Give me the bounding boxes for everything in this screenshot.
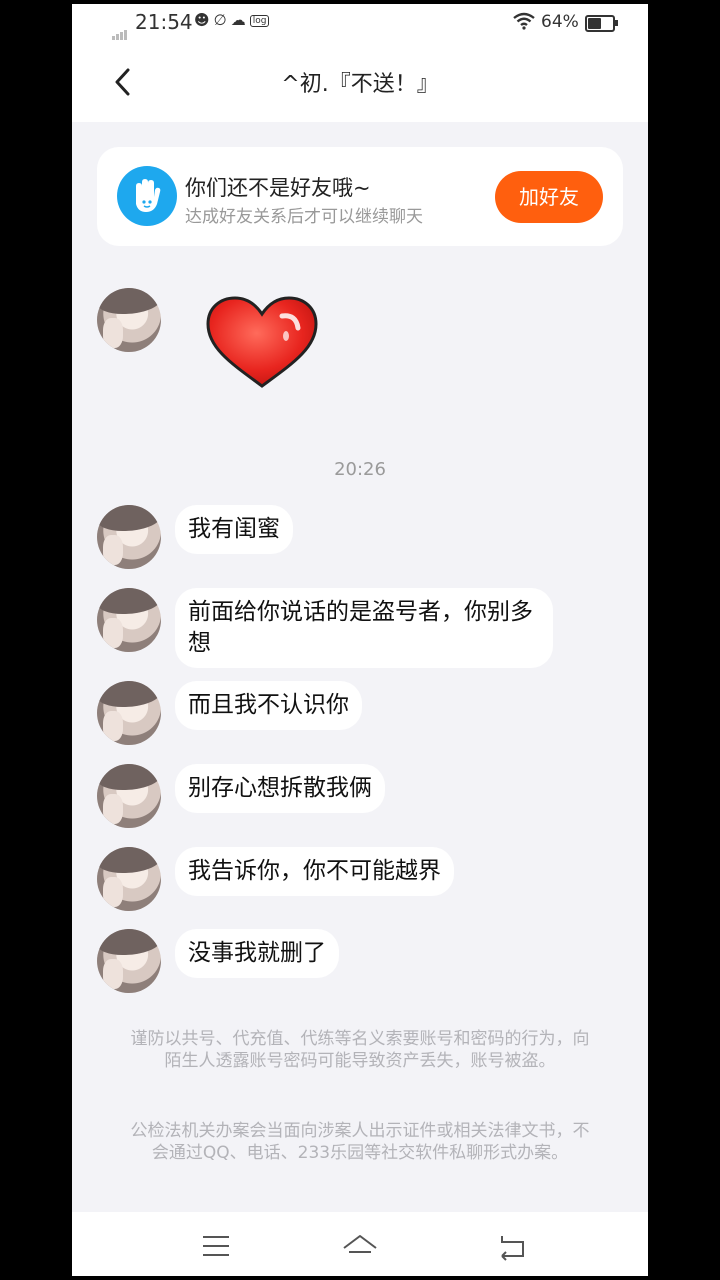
back-icon[interactable]	[492, 1226, 532, 1266]
message-bubble[interactable]: 我有闺蜜	[175, 505, 293, 554]
cloud-icon: ☁	[230, 11, 250, 29]
battery-icon	[585, 15, 615, 32]
home-icon[interactable]	[340, 1226, 380, 1266]
avatar[interactable]	[97, 764, 161, 828]
battery-fill	[588, 18, 601, 29]
status-bar: 21:54 ☻∅☁ log 64%	[72, 4, 648, 42]
chat-timestamp: 20:26	[334, 459, 386, 480]
avatar[interactable]	[97, 929, 161, 993]
avatar[interactable]	[97, 288, 161, 352]
not-friend-banner: 你们还不是好友哦~ 达成好友关系后才可以继续聊天 加好友	[97, 147, 623, 246]
chat-header: ^初.『不送！』	[72, 42, 648, 122]
avatar[interactable]	[97, 588, 161, 652]
phone-screen: 21:54 ☻∅☁ log 64% ^初.『不送！』 你们还不是好友哦~ 达成好…	[72, 4, 648, 1276]
battery-percent: 64%	[541, 12, 579, 32]
message-bubble[interactable]: 我告诉你，你不可能越界	[175, 847, 454, 896]
safety-notice: 谨防以共号、代充值、代练等名义索要账号和密码的行为，向陌生人透露账号密码可能导致…	[130, 1029, 590, 1071]
wave-hand-icon	[117, 166, 177, 226]
log-icon: log	[249, 14, 270, 27]
page-title: ^初.『不送！』	[281, 72, 439, 97]
message-bubble[interactable]: 前面给你说话的是盗号者，你别多想	[175, 588, 553, 668]
banner-subtitle: 达成好友关系后才可以继续聊天	[185, 207, 423, 227]
wifi-icon	[513, 12, 535, 30]
system-nav-bar	[72, 1212, 648, 1276]
message-bubble[interactable]: 别存心想拆散我俩	[175, 764, 385, 813]
heart-sticker	[206, 296, 318, 388]
app-icon: ∅	[213, 11, 231, 29]
banner-title: 你们还不是好友哦~	[185, 176, 371, 200]
emoji-face-icon: ☻	[194, 11, 214, 29]
message-bubble[interactable]: 而且我不认识你	[175, 681, 362, 730]
status-app-icons: ☻∅☁ log	[194, 11, 270, 29]
avatar[interactable]	[97, 681, 161, 745]
battery-tip	[615, 20, 618, 26]
add-friend-button[interactable]: 加好友	[495, 171, 603, 223]
avatar[interactable]	[97, 847, 161, 911]
menu-icon[interactable]	[196, 1226, 236, 1266]
avatar[interactable]	[97, 505, 161, 569]
message-bubble[interactable]: 没事我就删了	[175, 929, 339, 978]
signal-icon	[112, 18, 128, 40]
safety-notice: 公检法机关办案会当面向涉案人出示证件或相关法律文书，不会通过QQ、电话、233乐…	[130, 1121, 590, 1163]
status-time: 21:54	[135, 10, 193, 34]
